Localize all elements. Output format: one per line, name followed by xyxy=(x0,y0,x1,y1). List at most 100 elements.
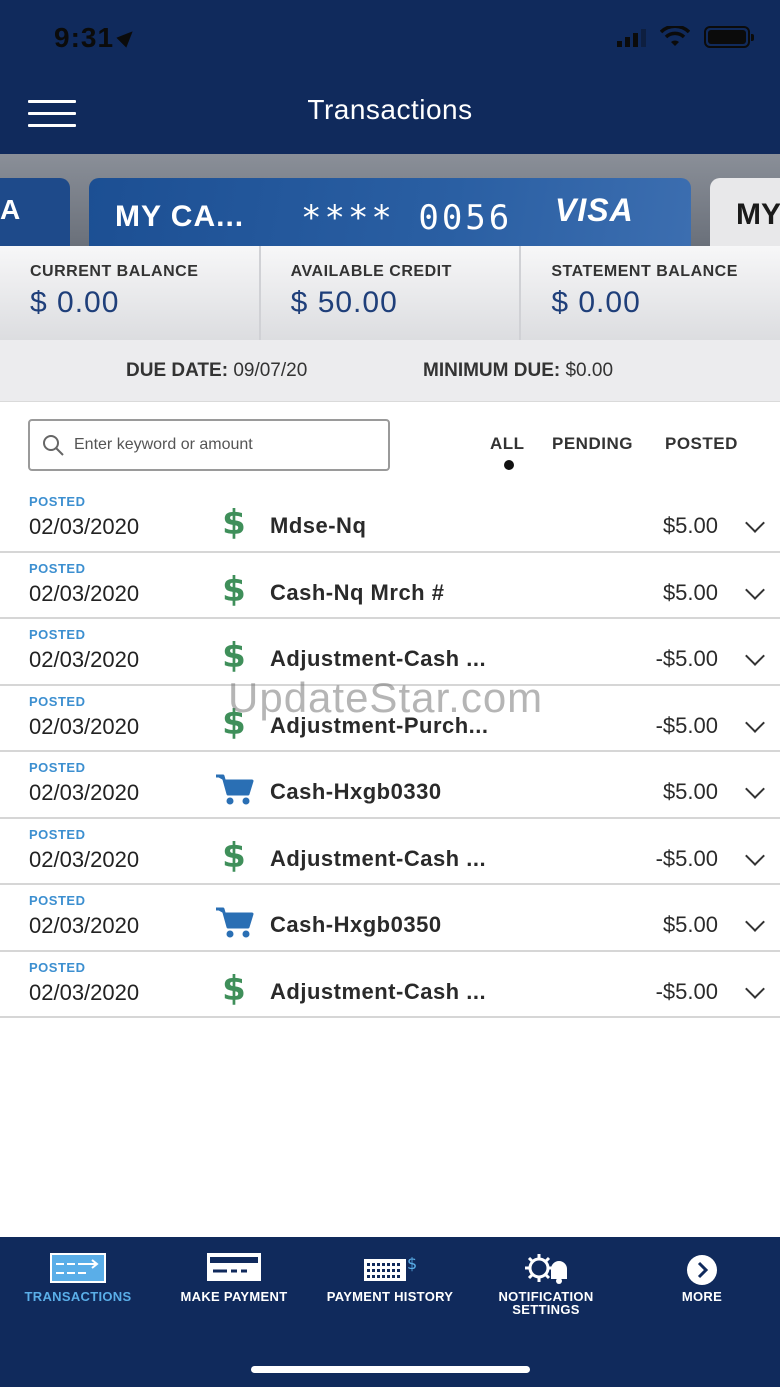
statement-balance: STATEMENT BALANCE $ 0.00 xyxy=(521,246,780,340)
wifi-icon xyxy=(660,26,690,46)
chevron-down-icon[interactable] xyxy=(745,978,765,999)
home-indicator[interactable] xyxy=(251,1366,530,1373)
chevron-down-icon[interactable] xyxy=(745,912,765,932)
tab-make-payment[interactable]: MAKE PAYMENT xyxy=(156,1237,312,1337)
chevron-down-icon[interactable] xyxy=(745,845,765,866)
cart-icon xyxy=(214,772,254,806)
status-time-text: 9:31 xyxy=(54,22,115,53)
chevron-down-icon[interactable] xyxy=(745,513,765,533)
app-header: 9:31 Transactions xyxy=(0,0,780,154)
transaction-date: 02/03/2020 xyxy=(29,647,140,672)
transaction-row[interactable]: POSTED 02/03/2020 $ Adjustment-Purch... -$5.… xyxy=(0,686,780,752)
transaction-row[interactable]: POSTED 02/03/2020 $ Adjustment-Cash ... -$5.… xyxy=(0,819,780,885)
transaction-description: Cash-Nq Mrch # xyxy=(270,579,445,605)
available-credit: AVAILABLE CREDIT $ 50.00 xyxy=(261,246,522,340)
tab-more[interactable]: MORE xyxy=(624,1237,780,1337)
svg-text:$: $ xyxy=(407,1254,417,1273)
search-input[interactable] xyxy=(74,436,374,454)
bottom-tab-bar: TRANSACTIONS MAKE PAYMENT $ PAYMENT HIST… xyxy=(0,1237,780,1387)
chevron-down-icon[interactable] xyxy=(745,779,765,799)
transaction-date: 02/03/2020 xyxy=(29,514,140,539)
tab-payment-history[interactable]: $ PAYMENT HISTORY xyxy=(312,1237,468,1337)
due-info-bar: DUE DATE: 09/07/20 MINIMUM DUE: $0.00 xyxy=(0,340,780,402)
dollar-icon: $ xyxy=(222,968,246,1009)
tab-label: TRANSACTIONS xyxy=(24,1289,132,1304)
tab-label: MAKE PAYMENT xyxy=(180,1289,288,1304)
transaction-description: Adjustment-Cash ... xyxy=(270,646,487,671)
card-carousel[interactable]: A MY CA... **** 0056 VISA MY xyxy=(0,154,780,246)
transaction-date: 02/03/2020 xyxy=(29,580,140,606)
chevron-down-icon[interactable] xyxy=(745,579,765,600)
balance-label: STATEMENT BALANCE xyxy=(551,263,738,280)
status-time: 9:31 xyxy=(54,22,138,54)
balance-label: CURRENT BALANCE xyxy=(30,263,199,280)
balance-value: $ 50.00 xyxy=(290,286,398,319)
balance-value: $ 0.00 xyxy=(30,286,120,319)
balance-summary: CURRENT BALANCE $ 0.00 AVAILABLE CREDIT … xyxy=(0,246,780,340)
dollar-icon: $ xyxy=(222,636,246,676)
filter-tab-all[interactable]: ALL xyxy=(490,434,525,454)
due-date-value: 09/07/20 xyxy=(233,360,308,381)
chevron-down-icon[interactable] xyxy=(745,712,765,733)
tab-transactions[interactable]: TRANSACTIONS xyxy=(0,1237,156,1337)
minimum-due-label: MINIMUM DUE: xyxy=(423,360,561,381)
transaction-status: POSTED xyxy=(29,760,86,775)
chevron-down-icon[interactable] xyxy=(745,646,765,666)
transaction-row[interactable]: POSTED 02/03/2020 $ Adjustment-Cash ... -$5.… xyxy=(0,952,780,1018)
cellular-signal-icon xyxy=(617,27,646,47)
cart-icon xyxy=(214,905,254,939)
transaction-description: Cash-Hxgb0350 xyxy=(270,912,442,937)
transaction-amount: -$5.00 xyxy=(655,978,718,1004)
card-previous-label: A xyxy=(0,194,21,225)
transaction-description: Adjustment-Cash ... xyxy=(270,845,487,871)
payment-card-icon xyxy=(207,1253,261,1281)
transaction-amount: -$5.00 xyxy=(655,712,718,738)
transaction-row[interactable]: POSTED 02/03/2020 $ Adjustment-Cash ... -$5.… xyxy=(0,619,780,686)
transaction-amount: $5.00 xyxy=(662,912,718,937)
transaction-row[interactable]: POSTED 02/03/2020 Cash-Hxgb0350 $5.00 xyxy=(0,885,780,952)
minimum-due: MINIMUM DUE: $0.00 xyxy=(423,360,613,382)
transaction-row[interactable]: POSTED 02/03/2020 $ Cash-Nq Mrch # $5.00 xyxy=(0,553,780,619)
calendar-dollar-icon: $ xyxy=(364,1254,417,1281)
filter-tab-posted[interactable]: POSTED xyxy=(665,434,738,454)
transaction-date: 02/03/2020 xyxy=(29,979,140,1005)
tab-label: PAYMENT HISTORY xyxy=(326,1289,454,1304)
transaction-status: POSTED xyxy=(29,494,86,509)
current-balance: CURRENT BALANCE $ 0.00 xyxy=(0,246,261,340)
due-date: DUE DATE: 09/07/20 xyxy=(126,360,307,382)
transaction-description: Mdse-Nq xyxy=(270,513,367,538)
tab-label: NOTIFICATION SETTINGS xyxy=(498,1289,594,1317)
card-next[interactable]: MY xyxy=(710,178,780,246)
filter-tab-pending[interactable]: PENDING xyxy=(552,434,633,454)
page-title: Transactions xyxy=(307,94,473,125)
card-previous[interactable]: A xyxy=(0,178,70,246)
transaction-row[interactable]: POSTED 02/03/2020 Cash-Hxgb0330 $5.00 xyxy=(0,752,780,819)
transactions-icon xyxy=(50,1253,106,1283)
active-filter-indicator xyxy=(504,460,514,470)
transaction-list: POSTED 02/03/2020 $ Mdse-Nq $5.00 POSTED 02/03… xyxy=(0,486,780,1018)
transaction-status: POSTED xyxy=(29,893,86,908)
transaction-amount: $5.00 xyxy=(662,579,718,605)
dollar-icon: $ xyxy=(222,569,246,610)
card-number: **** 0056 xyxy=(301,198,513,238)
transaction-date: 02/03/2020 xyxy=(29,780,140,805)
dollar-icon: $ xyxy=(222,702,246,743)
balance-value: $ 0.00 xyxy=(551,286,641,319)
tab-label: MORE xyxy=(681,1289,723,1304)
tab-notification-settings[interactable]: NOTIFICATION SETTINGS xyxy=(468,1237,624,1337)
transaction-description: Adjustment-Purch... xyxy=(270,712,489,738)
transaction-status: POSTED xyxy=(29,627,86,642)
dollar-icon: $ xyxy=(222,503,246,543)
chevron-circle-icon xyxy=(687,1255,717,1285)
minimum-due-value: $0.00 xyxy=(565,360,614,381)
balance-label: AVAILABLE CREDIT xyxy=(290,263,452,280)
transaction-status: POSTED xyxy=(29,693,86,709)
transaction-amount: $5.00 xyxy=(662,513,718,538)
search-box[interactable] xyxy=(28,419,390,471)
card-selected[interactable]: MY CA... **** 0056 VISA xyxy=(89,178,691,246)
search-icon xyxy=(43,435,64,456)
transaction-description: Cash-Hxgb0330 xyxy=(270,779,442,804)
transaction-row[interactable]: POSTED 02/03/2020 $ Mdse-Nq $5.00 xyxy=(0,486,780,553)
battery-icon xyxy=(704,26,754,48)
transaction-status: POSTED xyxy=(29,560,86,576)
